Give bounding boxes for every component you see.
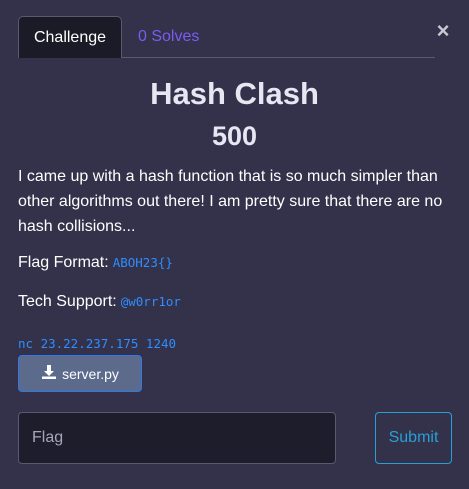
tab-challenge-label: Challenge: [33, 28, 107, 46]
flag-format-value: ABOH23{}: [112, 255, 173, 270]
challenge-description: I came up with a hash function that is s…: [18, 168, 443, 235]
challenge-points: 500: [211, 121, 258, 151]
connection-command: nc 23.22.237.175 1240: [18, 336, 177, 351]
tech-support-line: Tech Support: @w0rr1or: [18, 293, 181, 311]
flag-format-label: Flag Format:: [18, 254, 109, 271]
flag-input[interactable]: [18, 412, 336, 464]
tech-support-label: Tech Support:: [18, 293, 117, 310]
tab-solves[interactable]: 0 Solves: [138, 16, 199, 58]
download-file-label: server.py: [62, 365, 119, 382]
flag-format-line: Flag Format: ABOH23{}: [18, 254, 173, 272]
tab-challenge[interactable]: Challenge: [18, 16, 122, 58]
tab-bar: Challenge 0 Solves: [18, 16, 435, 58]
tab-solves-label: 0 Solves: [138, 28, 200, 45]
close-icon[interactable]: ×: [433, 18, 453, 44]
download-file-button[interactable]: server.py: [18, 355, 142, 392]
tech-support-value: @w0rr1or: [120, 294, 181, 309]
download-icon: [41, 364, 57, 383]
submit-button[interactable]: Submit: [375, 412, 452, 464]
submit-label: Submit: [388, 429, 439, 446]
challenge-title: Hash Clash: [150, 76, 319, 111]
